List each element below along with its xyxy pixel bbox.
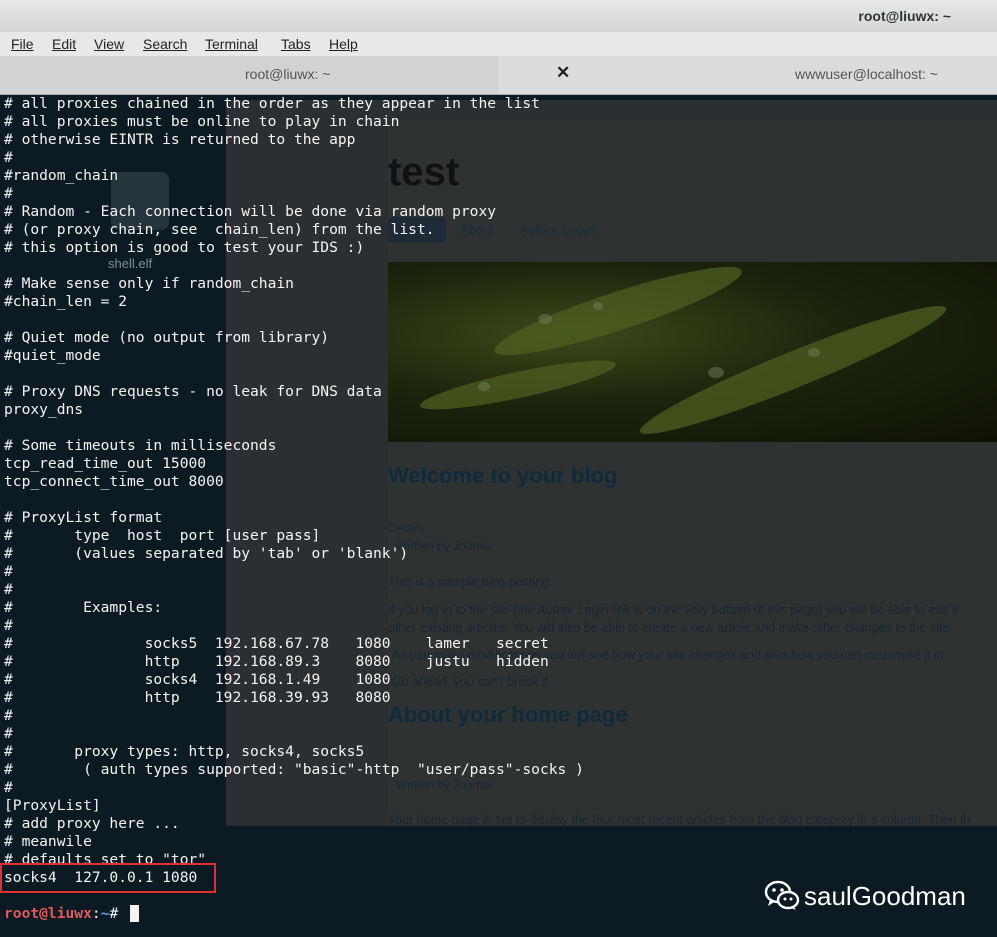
terminal-line: # socks5 192.168.67.78 1080 lamer secret (4, 635, 549, 652)
prompt-symbol: # (109, 905, 128, 922)
blog-written-by-2: Written by Joomla (396, 778, 492, 792)
menu-view[interactable]: View (94, 36, 124, 52)
terminal-line: # type host port [user pass] (4, 527, 321, 544)
terminal-line: # (4, 185, 13, 202)
menu-search[interactable]: Search (143, 36, 187, 52)
blog-nav-author-login[interactable]: Author Login (520, 222, 594, 237)
blog-nav-about[interactable]: About (460, 222, 494, 237)
window-titlebar[interactable]: root@liuwx: ~ (0, 0, 997, 32)
terminal-line: # http 192.168.39.93 8080 (4, 689, 391, 706)
terminal-line: # (values separated by 'tab' or 'blank') (4, 545, 409, 562)
terminal-line: # (4, 581, 13, 598)
menu-edit[interactable]: Edit (52, 36, 76, 52)
blog-heading-about: About your home page (388, 702, 628, 727)
terminal-line: # Random - Each connection will be done … (4, 203, 497, 220)
blog-paragraph-3b: Go ahead, you can't break it. (392, 675, 552, 689)
terminal-line: # otherwise EINTR is returned to the app (4, 131, 356, 148)
terminal-prompt[interactable]: root@liuwx:~# (4, 905, 127, 923)
terminal-line: tcp_read_time_out 15000 (4, 455, 207, 472)
menu-tabs[interactable]: Tabs (281, 36, 311, 52)
blog-site-title: test (388, 150, 460, 194)
menu-terminal[interactable]: Terminal (205, 36, 258, 52)
blog-hero-image (388, 252, 997, 449)
terminal-line: # (4, 725, 13, 742)
blog-written-by: Written by Joomla (396, 539, 492, 553)
terminal-line: # (4, 617, 13, 634)
terminal-line: # all proxies must be online to play in … (4, 113, 400, 130)
terminal-line: # (4, 563, 13, 580)
terminal-line: # all proxies chained in the order as th… (4, 95, 540, 112)
blog-paragraph-2b: other existing articles. You will also b… (388, 621, 953, 635)
terminal-line: tcp_connect_time_out 8000 (4, 473, 224, 490)
terminal-line: # defaults set to "tor" (4, 851, 207, 863)
prompt-separator: : (91, 905, 101, 922)
terminal-line: # (4, 149, 13, 166)
terminal-line: #chain_len = 2 (4, 293, 128, 310)
prompt-user-host: root@liuwx (4, 905, 92, 922)
menu-file[interactable]: File (11, 36, 34, 52)
watermark-text: saulGoodman (804, 881, 966, 911)
terminal-line: # Some timeouts in milliseconds (4, 437, 277, 454)
terminal-line: # Proxy DNS requests - no leak for DNS d… (4, 383, 382, 400)
terminal-line: # (4, 779, 13, 796)
terminal-line: # Examples: (4, 599, 163, 616)
desktop-file-label: shell.elf (108, 256, 153, 271)
blog-paragraph-1: This is a sample blog posting. (388, 575, 553, 589)
menu-help[interactable]: Help (329, 36, 358, 52)
terminal-line: #random_chain (4, 167, 119, 184)
terminal-line: [ProxyList] (4, 797, 101, 814)
terminal-line: # meanwile (4, 833, 92, 850)
blog-paragraph-2a: If you log in to the site (the Author Lo… (388, 603, 959, 617)
menu-bar: File Edit View Search Terminal Tabs Help (0, 32, 997, 56)
terminal-line: # ProxyList format (4, 509, 163, 526)
terminal-line: # add proxy here ... (4, 815, 180, 832)
terminal-line: # socks4 192.168.1.49 1080 (4, 671, 391, 688)
terminal-line: # Quiet mode (no output from library) (4, 329, 330, 346)
terminal-line: # proxy types: http, socks4, socks5 (4, 743, 365, 760)
terminal-line: #quiet_mode (4, 347, 101, 364)
blog-paragraph-4: Your home page is set to display the fou… (388, 813, 971, 827)
tab-wwwuser-localhost[interactable]: wwwuser@localhost: ~ (795, 66, 938, 82)
terminal-line: # Make sense only if random_chain (4, 275, 294, 292)
terminal-cursor (130, 905, 139, 922)
terminal-line-highlighted: socks4 127.0.0.1 1080 (4, 869, 198, 886)
tab-bar: root@liuwx: ~ ✕ wwwuser@localhost: ~ (0, 56, 997, 95)
terminal-line: proxy_dns (4, 401, 84, 418)
wechat-icon (764, 880, 800, 910)
blog-heading-welcome: Welcome to your blog (388, 463, 618, 488)
terminal-line: # this option is good to test your IDS :… (4, 239, 365, 256)
tab-close-icon[interactable]: ✕ (556, 63, 570, 83)
terminal-line: # (4, 707, 13, 724)
tab-root-liuwx[interactable]: root@liuwx: ~ (245, 66, 330, 82)
terminal-line: # ( auth types supported: "basic"-http "… (4, 761, 584, 778)
blog-details-label: Details (388, 521, 425, 535)
terminal-line: # http 192.168.89.3 8080 justu hidden (4, 653, 549, 670)
terminal-line: # (or proxy chain, see chain_len) from t… (4, 221, 435, 238)
window-title: root@liuwx: ~ (858, 8, 951, 24)
